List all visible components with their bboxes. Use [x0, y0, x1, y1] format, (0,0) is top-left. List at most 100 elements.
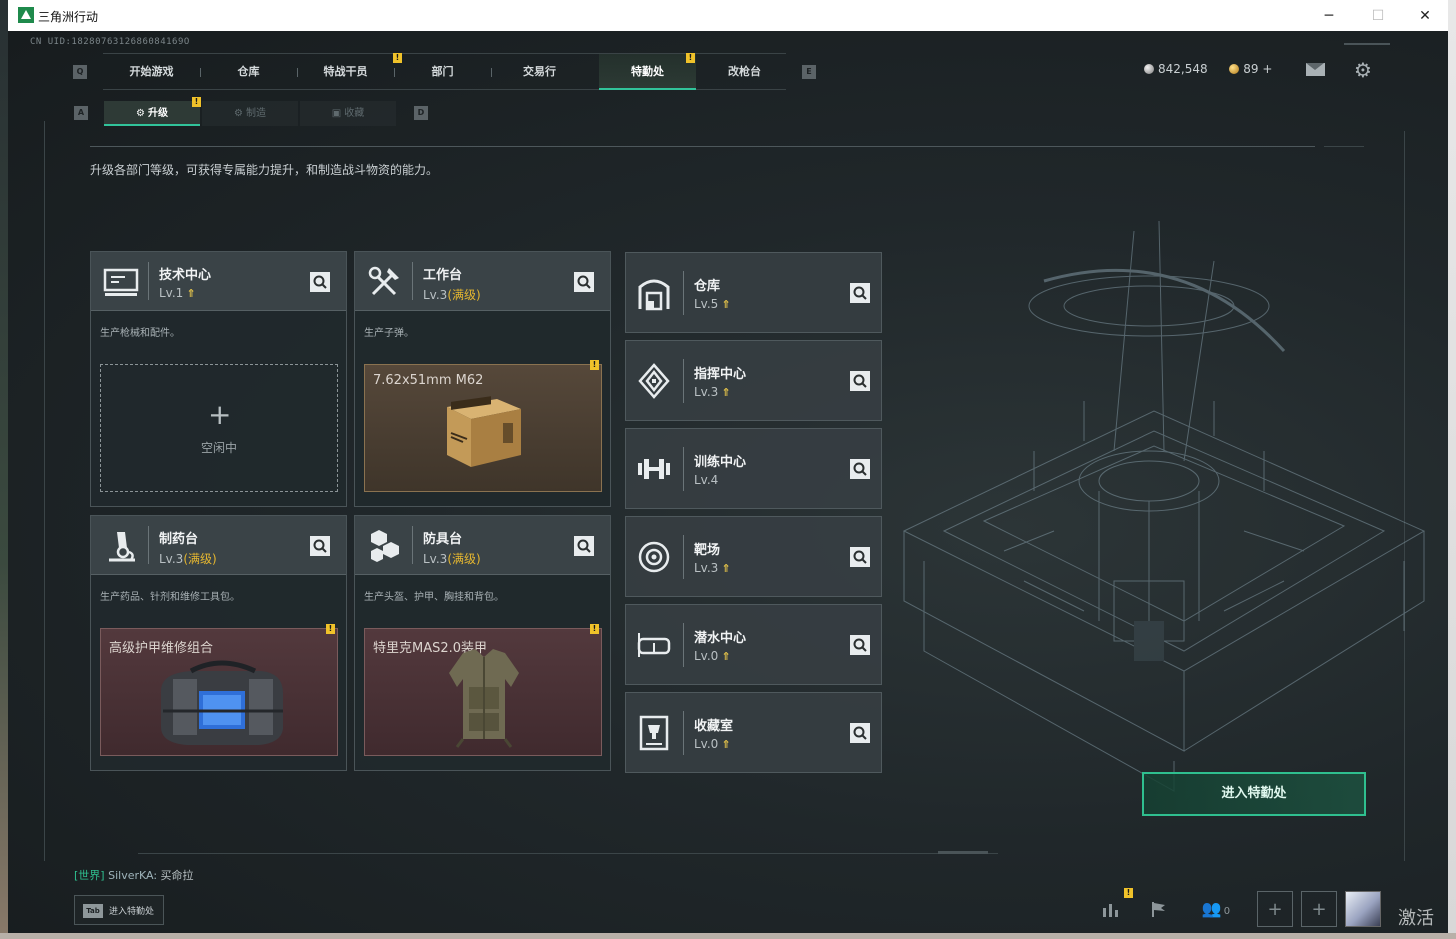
slot-alert-badge: !	[326, 624, 335, 634]
search-icon[interactable]	[310, 536, 330, 556]
search-icon[interactable]	[850, 371, 870, 391]
facility-description: 生产药品、针剂和维修工具包。	[100, 592, 240, 603]
world-chat-line[interactable]: [世界] SilverKA: 买命拉	[74, 867, 194, 883]
tab-warehouse[interactable]: 仓库	[200, 54, 297, 90]
upgrade-gear-icon: ⚙	[136, 108, 145, 119]
facility-card-workbench[interactable]: 工作台 Lv.3(满级) 生产子弹。 7.62x51mm M62 !	[354, 251, 611, 507]
gear-icon[interactable]: ⚙	[1354, 60, 1372, 80]
computer-icon	[103, 268, 139, 296]
upgrade-arrow-icon: ⇑	[721, 386, 731, 399]
page-description: 升级各部门等级，可获得专属能力提升，和制造战斗物资的能力。	[90, 163, 439, 177]
max-level-tag: (满级)	[183, 552, 217, 566]
facility-card-diving-center[interactable]: 潜水中心 Lv.0 ⇑	[625, 604, 882, 685]
tab-operators[interactable]: 特战干员	[297, 54, 394, 90]
sub-nav: ⚙ 升级 ! ⚙ 制造 ▣ 收藏	[104, 97, 397, 126]
facility-card-armor-bench[interactable]: 防具台 Lv.3(满级) 生产头盔、护甲、胸挂和背包。 特里克MAS2.0装甲	[354, 515, 611, 771]
header-divider	[90, 146, 1315, 147]
tab-trading[interactable]: 交易行	[491, 54, 588, 90]
card-separator	[683, 711, 684, 755]
production-slot-item[interactable]: 特里克MAS2.0装甲	[364, 628, 602, 756]
search-icon[interactable]	[310, 272, 330, 292]
facility-card-shooting-range[interactable]: 靶场 Lv.3 ⇑	[625, 516, 882, 597]
minimize-button[interactable]: ─	[1306, 4, 1352, 28]
flag-glyph-icon	[1152, 902, 1165, 917]
item-name: 7.62x51mm M62	[373, 373, 484, 388]
avatar[interactable]	[1345, 891, 1381, 927]
search-icon[interactable]	[850, 547, 870, 567]
upgrade-arrow-icon: ⇑	[721, 650, 731, 663]
diving-mask-icon	[637, 633, 671, 657]
window-titlebar: 三角洲行动 ─ ☐ ✕	[8, 0, 1448, 31]
frame-line-top-right	[1324, 146, 1364, 147]
search-icon[interactable]	[574, 536, 594, 556]
frame-line-bottom-accent	[938, 851, 988, 854]
subtab-upgrade[interactable]: ⚙ 升级	[104, 101, 200, 126]
frame-line-corner	[1344, 43, 1390, 45]
facility-card-header: 防具台 Lv.3(满级)	[355, 516, 610, 575]
stats-alert-badge: !	[1124, 888, 1133, 898]
add-party-slot-button[interactable]: +	[1257, 891, 1293, 927]
close-button[interactable]: ✕	[1402, 4, 1448, 28]
facility-level: Lv.4	[694, 473, 721, 487]
bar-chart-icon	[1103, 904, 1118, 917]
flag-icon[interactable]	[1141, 891, 1177, 927]
body-armor-icon	[449, 649, 519, 748]
add-party-slot-button[interactable]: +	[1301, 891, 1337, 927]
card-separator	[683, 359, 684, 403]
facility-level: Lv.1 ⇑	[159, 286, 196, 300]
trophy-cabinet-icon	[639, 715, 669, 751]
card-separator	[683, 271, 684, 315]
search-icon[interactable]	[850, 723, 870, 743]
friends-button[interactable]: 👥 0	[1193, 891, 1239, 927]
facility-level-value: Lv.3	[423, 288, 448, 302]
screen: 三角洲行动 ─ ☐ ✕ CN UID:1828076312686084169O …	[0, 0, 1456, 939]
facility-card-pharmacy[interactable]: 制药台 Lv.3(满级) 生产药品、针剂和维修工具包。 高级护甲维修组合 !	[90, 515, 347, 771]
target-icon	[638, 541, 670, 573]
facility-card-training-center[interactable]: 训练中心 Lv.4	[625, 428, 882, 509]
warehouse-icon	[638, 279, 670, 311]
chat-channel: [世界]	[74, 869, 105, 882]
facility-level: Lv.0 ⇑	[694, 737, 731, 751]
max-level-tag: (满级)	[447, 552, 481, 566]
app-logo-icon	[18, 7, 34, 23]
facility-level: Lv.3 ⇑	[694, 385, 731, 399]
production-slot-empty[interactable]: + 空闲中	[100, 364, 338, 492]
facility-card-tech-center[interactable]: 技术中心 Lv.1 ⇑ 生产枪械和配件。 + 空闲中	[90, 251, 347, 507]
production-slot-item[interactable]: 高级护甲维修组合	[100, 628, 338, 756]
mail-icon[interactable]	[1306, 63, 1325, 76]
search-icon[interactable]	[850, 635, 870, 655]
facility-building-wireframe	[902, 220, 1426, 792]
subtab-collection[interactable]: ▣ 收藏	[300, 101, 396, 126]
window-title: 三角洲行动	[38, 10, 99, 24]
tab-department[interactable]: 部门	[394, 54, 491, 90]
tab-special-ops[interactable]: 特勤处	[599, 54, 696, 90]
facility-card-command-center[interactable]: 指挥中心 Lv.3 ⇑	[625, 340, 882, 421]
tab-gunsmith[interactable]: 改枪台	[696, 54, 793, 90]
gold-amount[interactable]: 89 +	[1243, 62, 1272, 76]
facility-level: Lv.5 ⇑	[694, 297, 731, 311]
subtab-craft[interactable]: ⚙ 制造	[202, 101, 298, 126]
facility-card-warehouse[interactable]: 仓库 Lv.5 ⇑	[625, 252, 882, 333]
search-icon[interactable]	[574, 272, 594, 292]
facility-level-value: Lv.0	[694, 737, 719, 751]
slot-alert-badge: !	[590, 360, 599, 370]
friends-count: 0	[1223, 906, 1231, 917]
ammo-box-icon	[447, 396, 521, 467]
command-emblem-icon	[638, 363, 670, 399]
facility-name: 仓库	[694, 279, 721, 294]
facility-name: 训练中心	[694, 455, 747, 470]
enter-special-ops-button[interactable]: 进入特勤处	[1142, 772, 1366, 816]
maximize-button[interactable]: ☐	[1355, 4, 1401, 28]
facility-card-collection-room[interactable]: 收藏室 Lv.0 ⇑	[625, 692, 882, 773]
activation-watermark: 激活 W	[1398, 908, 1434, 933]
search-icon[interactable]	[850, 459, 870, 479]
tab-start-game[interactable]: 开始游戏	[103, 54, 200, 90]
tab-shortcut-hint[interactable]: Tab 进入特勤处	[74, 895, 164, 925]
facility-level-value: Lv.3	[694, 385, 719, 399]
facility-level-value: Lv.3	[159, 552, 184, 566]
search-icon[interactable]	[850, 283, 870, 303]
subnav-prev-key-hint: A	[74, 106, 88, 120]
header-separator	[148, 262, 149, 300]
production-slot-item[interactable]: 7.62x51mm M62	[364, 364, 602, 492]
facility-name: 收藏室	[694, 719, 734, 734]
